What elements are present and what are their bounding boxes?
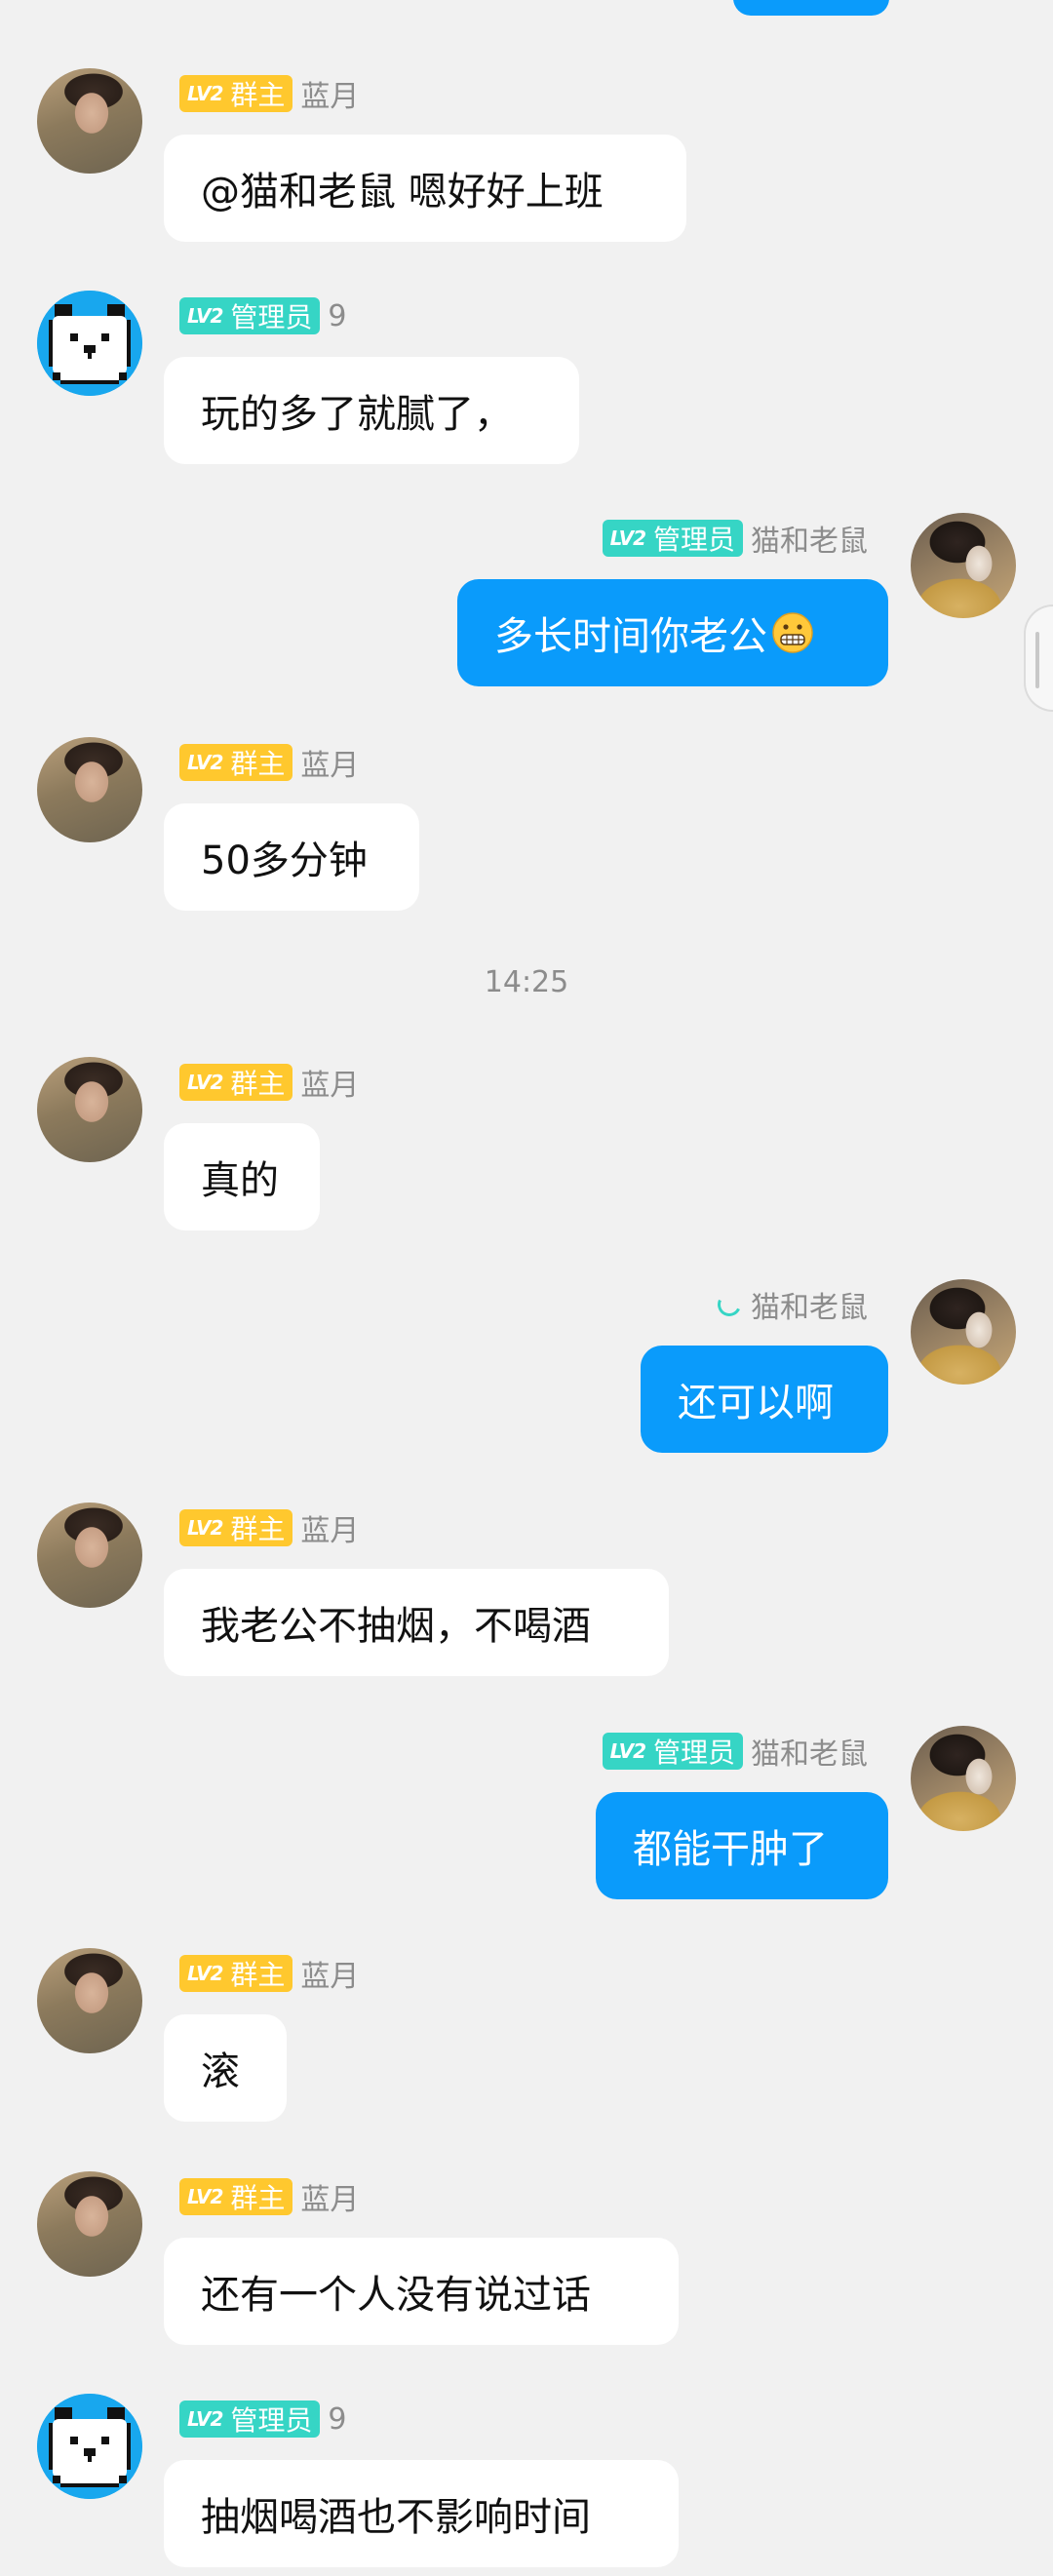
role-label: 群主 xyxy=(230,2182,286,2214)
message-meta: LV2 管理员 猫和老鼠 xyxy=(602,517,868,560)
admin-badge: LV2 管理员 xyxy=(179,297,321,334)
owner-badge: LV2 群主 xyxy=(179,744,293,781)
owner-badge: LV2 群主 xyxy=(179,1064,293,1101)
level-label: LV2 xyxy=(187,1962,223,1985)
message-bubble[interactable]: 还有一个人没有说过话 xyxy=(164,2238,679,2345)
message-bubble[interactable]: 都能干肿了 xyxy=(596,1792,888,1899)
sender-name[interactable]: 猫和老鼠 xyxy=(751,517,868,560)
level-label: LV2 xyxy=(609,527,646,550)
sender-name[interactable]: 猫和老鼠 xyxy=(751,1283,868,1326)
role-label: 管理员 xyxy=(652,524,735,556)
message-text: 我老公不抽烟，不喝酒 xyxy=(201,1604,591,1649)
admin-badge: LV2 管理员 xyxy=(602,520,743,557)
avatar[interactable] xyxy=(911,1279,1016,1385)
role-label: 群主 xyxy=(230,1513,286,1545)
message-bubble[interactable]: 我老公不抽烟，不喝酒 xyxy=(164,1569,669,1676)
message-meta: LV2 管理员 猫和老鼠 xyxy=(602,1730,868,1773)
message-text: 真的 xyxy=(201,1158,279,1203)
avatar[interactable] xyxy=(37,2171,142,2277)
avatar[interactable] xyxy=(37,737,142,842)
level-label: LV2 xyxy=(609,1739,646,1763)
message-meta: 猫和老鼠 xyxy=(714,1283,868,1326)
grimacing-face-icon xyxy=(772,612,813,653)
avatar[interactable] xyxy=(37,1503,142,1608)
level-label: LV2 xyxy=(187,1071,223,1094)
sender-name[interactable]: 蓝月 xyxy=(300,2175,359,2218)
message-bubble[interactable]: 玩的多了就腻了， xyxy=(164,357,579,464)
message-text: @猫和老鼠 嗯好好上班 xyxy=(201,170,604,215)
avatar[interactable] xyxy=(37,291,142,396)
message-text: 50多分钟 xyxy=(201,839,368,883)
message-bubble[interactable]: 滚 xyxy=(164,2014,287,2122)
avatar[interactable] xyxy=(911,513,1016,618)
level-label: LV2 xyxy=(187,304,223,328)
message-text: 玩的多了就腻了， xyxy=(201,392,513,437)
message-meta: LV2 群主 蓝月 xyxy=(179,1061,359,1104)
sender-name[interactable]: 蓝月 xyxy=(300,1506,359,1549)
role-label: 管理员 xyxy=(652,1737,735,1769)
sender-name[interactable]: 9 xyxy=(328,2402,346,2437)
message-bubble[interactable]: 还可以啊 xyxy=(641,1346,888,1453)
message-meta: LV2 群主 蓝月 xyxy=(179,72,359,115)
message-text: 滚 xyxy=(201,2049,240,2094)
level-label: LV2 xyxy=(187,2185,223,2208)
role-label: 群主 xyxy=(230,1959,286,1991)
sender-name[interactable]: 蓝月 xyxy=(300,1061,359,1104)
role-label: 管理员 xyxy=(230,2404,313,2437)
message-meta: LV2 群主 蓝月 xyxy=(179,741,359,784)
owner-badge: LV2 群主 xyxy=(179,75,293,112)
message-bubble[interactable]: 50多分钟 xyxy=(164,803,419,911)
avatar[interactable] xyxy=(37,1948,142,2053)
message-bubble[interactable]: 真的 xyxy=(164,1123,320,1230)
admin-badge: LV2 管理员 xyxy=(179,2400,321,2438)
level-label: LV2 xyxy=(187,82,223,105)
avatar[interactable] xyxy=(911,1726,1016,1831)
sender-name[interactable]: 蓝月 xyxy=(300,72,359,115)
scroll-handle[interactable] xyxy=(1024,605,1053,712)
avatar[interactable] xyxy=(37,68,142,174)
message-text: 都能干肿了 xyxy=(633,1827,828,1872)
sender-name[interactable]: 蓝月 xyxy=(300,741,359,784)
message-text: 还有一个人没有说过话 xyxy=(201,2273,591,2318)
time-separator: 14:25 xyxy=(484,965,569,999)
level-label: LV2 xyxy=(187,2407,223,2431)
avatar[interactable] xyxy=(37,1057,142,1162)
message-bubble[interactable]: 抽烟喝酒也不影响时间 xyxy=(164,2460,679,2567)
message-text: 多长时间你老公 xyxy=(494,614,767,659)
message-text: 抽烟喝酒也不影响时间 xyxy=(201,2495,591,2540)
role-label: 管理员 xyxy=(230,301,313,333)
message-bubble[interactable]: 多长时间你老公 xyxy=(457,579,888,686)
panda-bear-icon xyxy=(37,2394,142,2499)
admin-badge: LV2 管理员 xyxy=(602,1733,743,1770)
message-meta: LV2 群主 蓝月 xyxy=(179,2175,359,2218)
sender-name[interactable]: 蓝月 xyxy=(300,1952,359,1995)
message-meta: LV2 管理员 9 xyxy=(179,2398,347,2440)
owner-badge: LV2 群主 xyxy=(179,1509,293,1546)
loading-icon xyxy=(714,1289,745,1320)
message-meta: LV2 群主 蓝月 xyxy=(179,1952,359,1995)
message-bubble[interactable]: @猫和老鼠 嗯好好上班 xyxy=(164,135,686,242)
panda-bear-icon xyxy=(37,291,142,396)
avatar[interactable] xyxy=(37,2394,142,2499)
message-meta: LV2 群主 蓝月 xyxy=(179,1506,359,1549)
message-meta: LV2 管理员 9 xyxy=(179,294,347,337)
role-label: 群主 xyxy=(230,748,286,780)
previous-message-bubble[interactable] xyxy=(733,0,889,16)
role-label: 群主 xyxy=(230,79,286,111)
sender-name[interactable]: 9 xyxy=(328,299,346,333)
role-label: 群主 xyxy=(230,1068,286,1100)
message-text: 还可以啊 xyxy=(678,1381,834,1425)
owner-badge: LV2 群主 xyxy=(179,2178,293,2215)
owner-badge: LV2 群主 xyxy=(179,1955,293,1992)
level-label: LV2 xyxy=(187,751,223,774)
level-label: LV2 xyxy=(187,1516,223,1540)
sender-name[interactable]: 猫和老鼠 xyxy=(751,1730,868,1773)
